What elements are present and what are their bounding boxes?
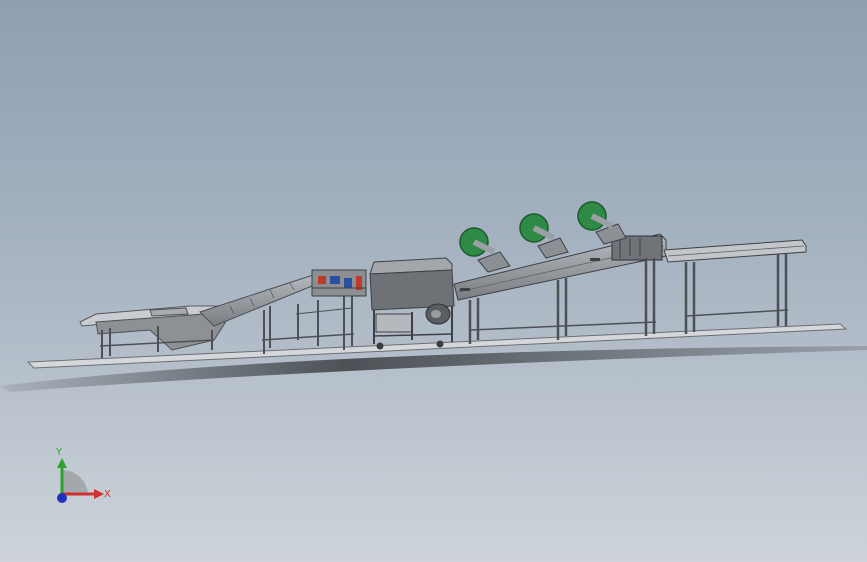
floor-shadow <box>0 346 867 392</box>
pump-motor[interactable] <box>425 303 451 325</box>
view-triad[interactable]: Y X <box>55 447 111 503</box>
triad-y-arrow <box>57 458 67 468</box>
triad-z-axis-dot <box>57 493 67 503</box>
triad-plane-quadrant <box>62 469 88 494</box>
fan-blower-1[interactable] <box>459 227 511 273</box>
fan-blower-3[interactable] <box>577 201 627 245</box>
assembly-scene[interactable]: Y X <box>0 0 867 562</box>
fan-blower-2[interactable] <box>519 213 569 259</box>
triad-x-arrow <box>94 489 104 499</box>
drive-control-box[interactable] <box>311 269 367 297</box>
washing-tank[interactable] <box>369 257 455 350</box>
flat-conveyor[interactable] <box>663 239 807 334</box>
3d-viewport[interactable]: Y X <box>0 0 867 562</box>
triad-y-label: Y <box>55 447 63 458</box>
triad-x-label: X <box>104 489 111 500</box>
